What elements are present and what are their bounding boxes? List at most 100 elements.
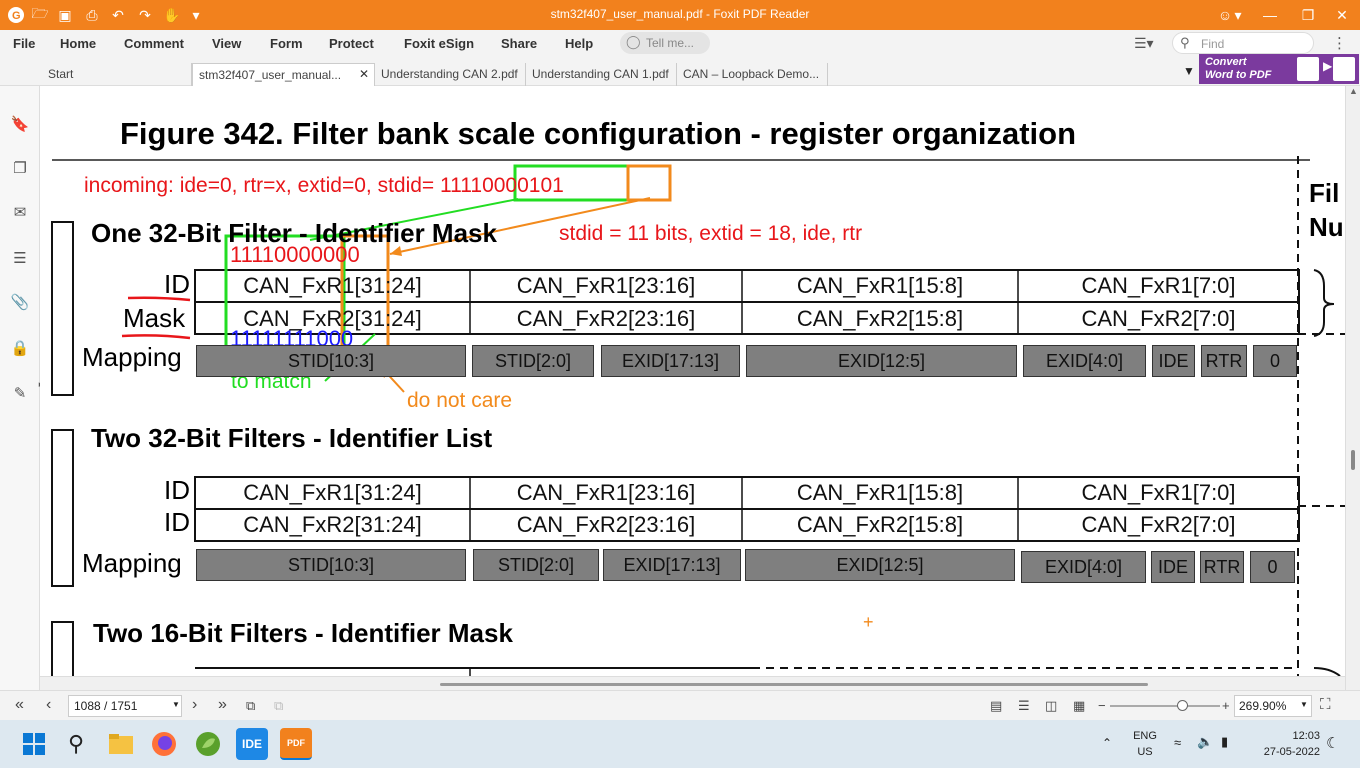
tab-understanding-can-2[interactable]: Understanding CAN 2.pdf <box>375 63 526 86</box>
notification-moon-icon[interactable]: ☾ <box>1326 734 1339 752</box>
clock-time[interactable]: 12:03 <box>1254 730 1320 742</box>
previous-page-icon[interactable]: ‹ <box>46 696 51 714</box>
s1-map-exid-12-5: EXID[12:5] <box>746 345 1017 377</box>
menu-foxit-esign[interactable]: Foxit eSign <box>404 36 474 51</box>
more-options-icon[interactable]: ⋮ <box>1332 34 1347 52</box>
scroll-up-icon[interactable]: ▲ <box>1349 86 1358 96</box>
page-dropdown-icon[interactable]: ▼ <box>172 700 180 709</box>
wifi-icon[interactable]: ≈ <box>1174 735 1181 750</box>
language-bottom[interactable]: US <box>1130 746 1160 758</box>
windows-start-icon[interactable] <box>18 728 50 760</box>
stdid-note: stdid = 11 bits, extid = 18, ide, rtr <box>559 222 863 245</box>
comments-icon[interactable]: ✉ <box>10 202 30 222</box>
menu-protect[interactable]: Protect <box>329 36 374 51</box>
clock-date[interactable]: 27-05-2022 <box>1254 746 1320 758</box>
menu-view[interactable]: View <box>212 36 241 51</box>
next-page-icon[interactable]: › <box>192 696 197 714</box>
tab-label: stm32f407_user_manual... <box>199 68 342 82</box>
menu-help[interactable]: Help <box>565 36 593 51</box>
app-leaf-icon[interactable] <box>192 728 224 760</box>
s1-r1-c4: CAN_FxR1[7:0] <box>1081 273 1236 298</box>
title-bar: G 🗁 ▣ ⎙ ↶ ↷ ✋ ▾ stm32f407_user_manual.pd… <box>0 0 1360 30</box>
side-heading: Fil Nu <box>1309 178 1344 242</box>
pages-icon[interactable]: ❐ <box>10 158 30 178</box>
tell-me-input[interactable]: ◯ Tell me... <box>620 32 710 54</box>
signature-pen-icon[interactable]: ✎ <box>10 383 30 403</box>
zoom-slider-thumb[interactable] <box>1177 700 1188 711</box>
layers-icon[interactable]: ☰ <box>10 248 30 268</box>
s2-map-exid-17-13: EXID[17:13] <box>603 549 741 581</box>
tab-understanding-can-1[interactable]: Understanding CAN 1.pdf <box>526 63 677 86</box>
search-options-icon[interactable]: ☰▾ <box>1134 35 1154 52</box>
s2-map-stid-2-0: STID[2:0] <box>473 549 599 581</box>
first-page-icon[interactable]: « <box>15 696 24 714</box>
battery-icon[interactable]: ▮ <box>1221 734 1228 750</box>
previous-view-icon[interactable]: ⧉ <box>246 698 255 714</box>
zoom-level-input[interactable]: 269.90% ▼ <box>1234 695 1312 717</box>
continuous-page-icon[interactable]: ☰ <box>1018 698 1030 714</box>
tab-start[interactable]: Start <box>42 63 192 86</box>
s2-row-label-id2: ID <box>164 507 190 537</box>
show-hidden-icons[interactable]: ⌃ <box>1102 736 1112 750</box>
s2-r1-c4: CAN_FxR1[7:0] <box>1081 480 1236 505</box>
search-icon[interactable]: ⚲ <box>60 728 92 760</box>
s1-map-exid-17-13: EXID[17:13] <box>601 345 740 377</box>
row-label-mapping: Mapping <box>82 342 182 372</box>
find-placeholder: Find <box>1201 37 1225 51</box>
zoom-in-icon[interactable]: + <box>1222 698 1230 713</box>
single-page-icon[interactable]: ▤ <box>990 698 1002 714</box>
pdf-page-view[interactable]: Figure 342. Filter bank scale configurat… <box>40 86 1345 676</box>
bookmark-icon[interactable]: 🔖 <box>10 114 30 134</box>
horizontal-scrollbar[interactable] <box>40 676 1345 690</box>
s1-map-rtr: RTR <box>1201 345 1247 377</box>
convert-word-to-pdf-banner[interactable]: Convert Word to PDF ▶ <box>1199 54 1359 84</box>
tab-stm32f407-manual[interactable]: stm32f407_user_manual... ✕ <box>192 63 375 86</box>
zoom-out-icon[interactable]: − <box>1098 698 1106 713</box>
foxit-reader-taskbar-icon[interactable]: PDF <box>280 728 312 760</box>
volume-icon[interactable]: 🔈 <box>1197 734 1213 750</box>
incoming-orange-bits: 101 <box>528 174 564 197</box>
zoom-slider[interactable] <box>1110 705 1220 707</box>
navigation-panel: 🔖 ❐ ✉ ☰ 📎 🔒 ✎ ▸ <box>0 86 43 690</box>
last-page-icon[interactable]: » <box>218 696 227 714</box>
find-input[interactable]: ⚲ Find <box>1172 32 1314 54</box>
fullscreen-icon[interactable]: ⛶ <box>1320 696 1331 713</box>
incoming-green-bits: 11110000 <box>440 174 529 197</box>
document-tabs: Start stm32f407_user_manual... ✕ Underst… <box>0 58 1360 86</box>
page-number-value: 1088 / 1751 <box>74 699 138 713</box>
window-title: stm32f407_user_manual.pdf - Foxit PDF Re… <box>550 7 810 21</box>
close-button[interactable]: ✕ <box>1322 0 1360 30</box>
incoming-annotation: incoming: ide=0, rtr=x, extid=0, stdid= … <box>84 174 564 198</box>
security-lock-icon[interactable]: 🔒 <box>10 338 30 358</box>
section2-heading: Two 32-Bit Filters - Identifier List <box>91 423 493 453</box>
tab-can-loopback-demo[interactable]: CAN – Loopback Demo... <box>677 63 828 86</box>
vertical-scroll-thumb[interactable] <box>1351 450 1355 470</box>
vertical-scrollbar[interactable]: ▲ <box>1345 86 1360 690</box>
continuous-facing-icon[interactable]: ▦ <box>1073 698 1085 714</box>
s2-r2-c4: CAN_FxR2[7:0] <box>1081 512 1236 537</box>
account-dropdown-icon[interactable]: ▾ <box>1228 0 1248 30</box>
attachment-icon[interactable]: 📎 <box>10 292 30 312</box>
firefox-icon[interactable] <box>148 728 180 760</box>
s1-r1-c1: CAN_FxR1[31:24] <box>243 273 422 298</box>
tabs-dropdown-icon[interactable]: ▼ <box>1183 64 1195 78</box>
tab-close-icon[interactable]: ✕ <box>359 67 369 81</box>
file-explorer-icon[interactable] <box>105 728 137 760</box>
page-number-input[interactable]: 1088 / 1751 ▼ <box>68 695 182 717</box>
menu-form[interactable]: Form <box>270 36 303 51</box>
menu-file[interactable]: File <box>13 36 35 51</box>
minimize-button[interactable]: — <box>1250 0 1290 30</box>
section1-heading: One 32-Bit Filter - Identifier Mask <box>91 218 497 248</box>
s2-row-label-id1: ID <box>164 475 190 505</box>
tell-me-placeholder: Tell me... <box>646 36 695 50</box>
language-top[interactable]: ENG <box>1130 730 1160 742</box>
menu-share[interactable]: Share <box>501 36 537 51</box>
menu-comment[interactable]: Comment <box>124 36 184 51</box>
zoom-dropdown-icon[interactable]: ▼ <box>1300 700 1308 709</box>
s1-map-zero: 0 <box>1253 345 1297 377</box>
horizontal-scroll-thumb[interactable] <box>440 683 1148 686</box>
stm32cubeide-icon[interactable]: IDE <box>236 728 268 760</box>
facing-page-icon[interactable]: ◫ <box>1045 698 1057 714</box>
word-doc-icon <box>1297 57 1319 81</box>
menu-home[interactable]: Home <box>60 36 96 51</box>
